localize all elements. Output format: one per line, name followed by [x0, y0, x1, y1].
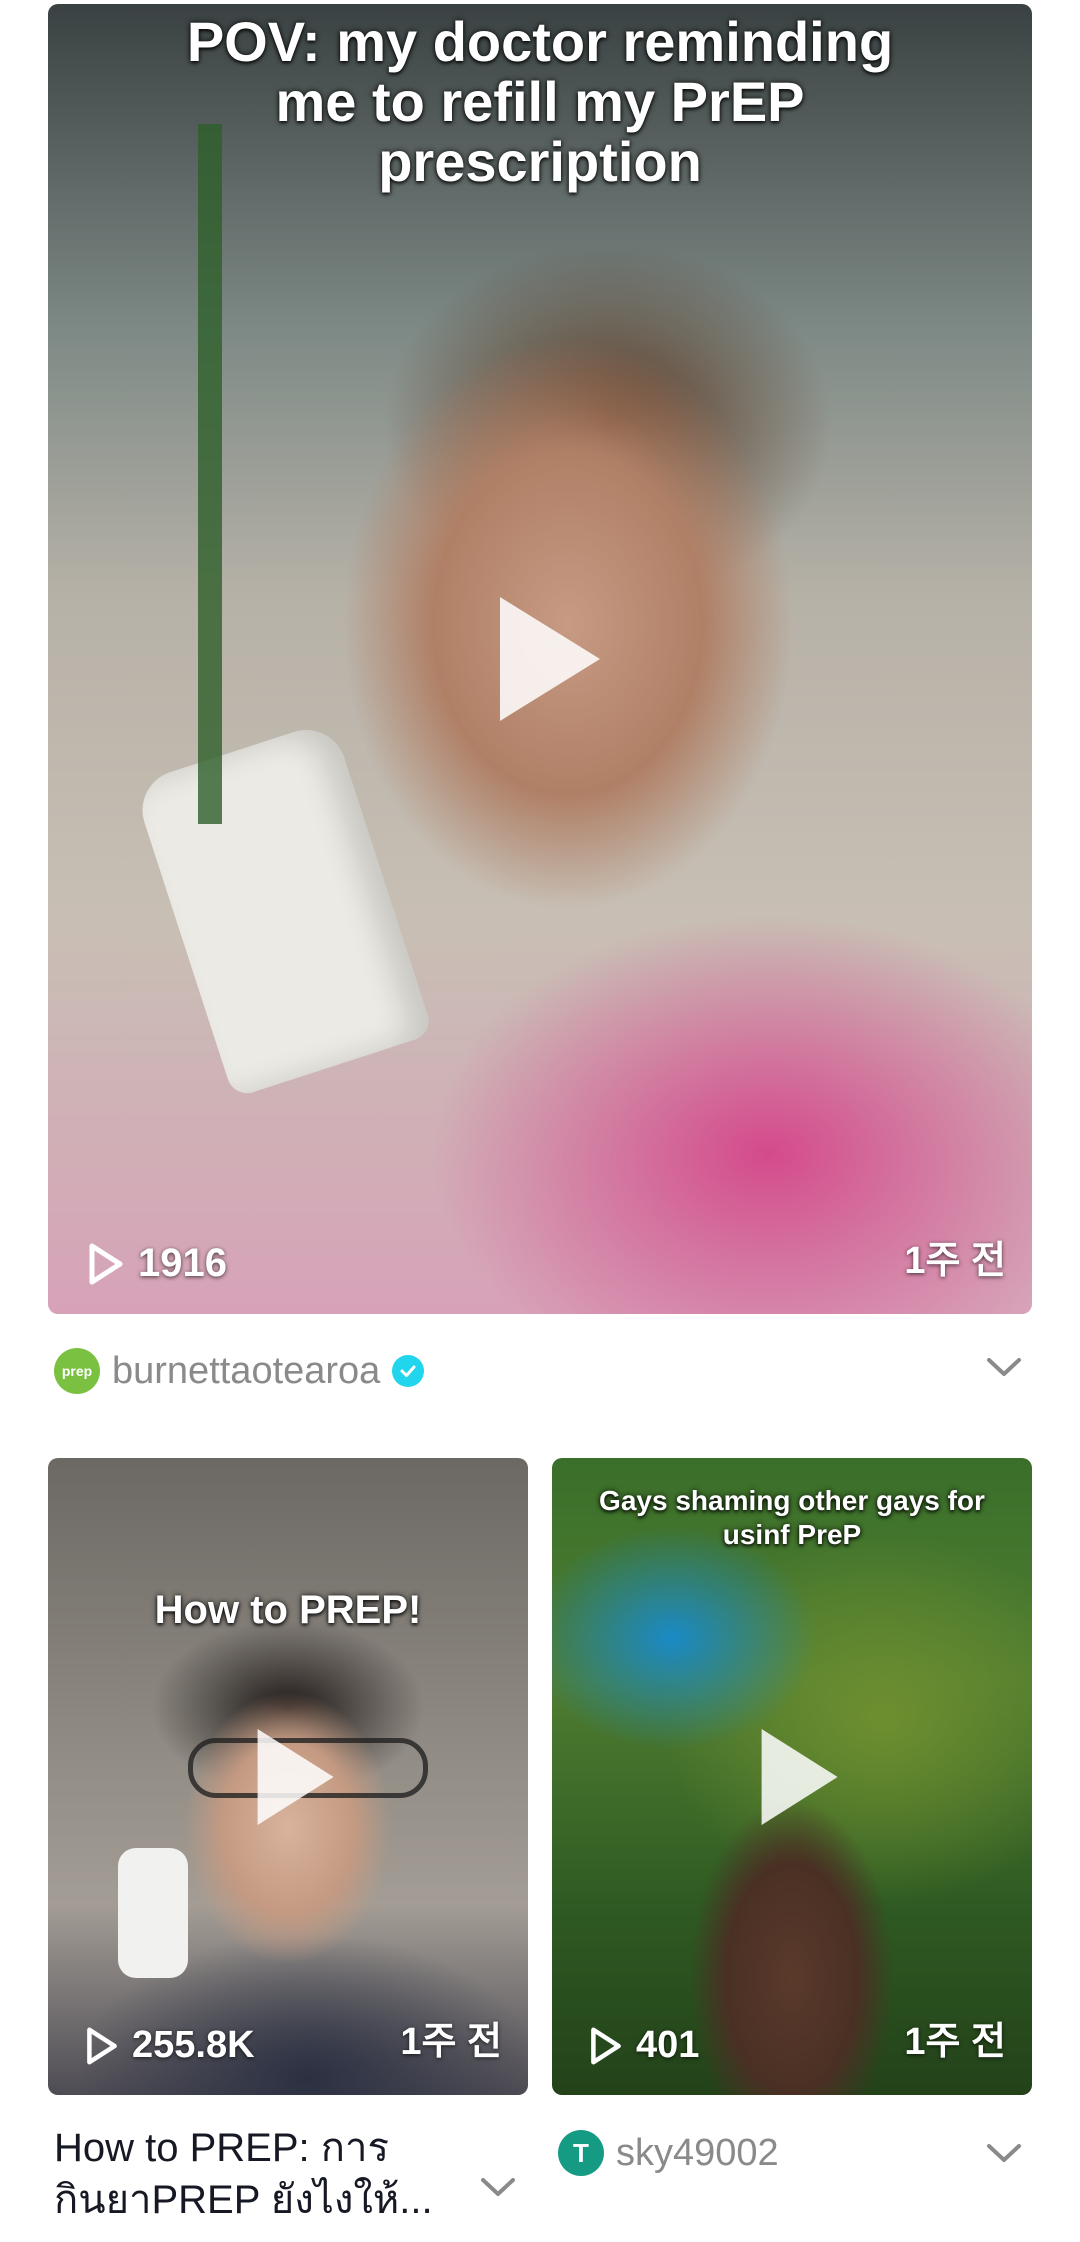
view-count-text: 1916 [138, 1241, 227, 1285]
featured-overlay-caption: POV: my doctor reminding me to refill my… [186, 10, 894, 193]
avatar[interactable]: T [558, 2130, 604, 2176]
left-overlay-caption: How to PREP! [154, 1588, 422, 1632]
author-name[interactable]: sky49002 [616, 2132, 779, 2175]
chevron-down-icon[interactable] [478, 2172, 518, 2202]
avatar-letter: T [573, 2137, 589, 2168]
play-outline-icon [591, 2027, 621, 2064]
posted-time: 1주 전 [904, 2021, 1006, 2063]
featured-author-row[interactable]: prep burnettaotearoa [54, 1348, 425, 1394]
left-video-card[interactable]: How to PREP! 255.8K 1주 전 [48, 1458, 528, 2095]
right-author-row[interactable]: T sky49002 [558, 2130, 779, 2176]
left-video-caption[interactable]: How to PREP: การ กินยาPREP ยังไงให้... [54, 2122, 474, 2226]
chevron-down-icon[interactable] [984, 1352, 1024, 1382]
pill-bottle [118, 1848, 188, 1978]
author-name[interactable]: burnettaotearoa [112, 1350, 380, 1393]
play-outline-icon [87, 2027, 117, 2064]
avatar[interactable]: prep [54, 1348, 100, 1394]
view-count-text: 401 [636, 2024, 700, 2066]
featured-video-card[interactable]: POV: my doctor reminding me to refill my… [48, 4, 1032, 1314]
verified-badge-icon [392, 1355, 425, 1387]
window-frame [198, 124, 222, 824]
pill-bottle [132, 719, 434, 1099]
play-icon[interactable] [500, 597, 600, 721]
avatar-text: prep [61, 1363, 93, 1379]
play-icon[interactable] [761, 1728, 838, 1825]
view-count-text: 255.8K [132, 2024, 255, 2066]
posted-time: 1주 전 [904, 1240, 1006, 1282]
view-count: 401 [588, 2024, 699, 2067]
right-overlay-caption: Gays shaming other gays for usinf PreP [599, 1485, 985, 1550]
posted-time: 1주 전 [400, 2021, 502, 2063]
right-video-card[interactable]: Gays shaming other gays for usinf PreP 4… [552, 1458, 1032, 2095]
chevron-down-icon[interactable] [984, 2138, 1024, 2168]
view-count: 255.8K [84, 2024, 255, 2067]
play-outline-icon [89, 1243, 123, 1284]
view-count: 1916 [86, 1241, 227, 1286]
play-icon[interactable] [257, 1728, 334, 1825]
